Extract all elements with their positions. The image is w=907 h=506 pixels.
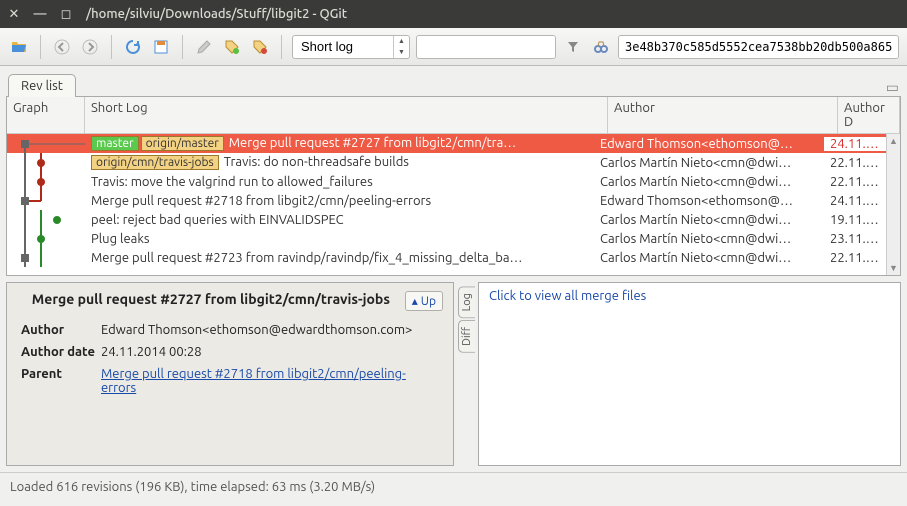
shortlog-cell: masterorigin/master Merge pull request #… (85, 136, 594, 151)
graph-cell (7, 210, 85, 229)
date-cell: 23.11.20 (824, 232, 886, 246)
pencil-icon[interactable] (193, 36, 215, 58)
graph-cell (7, 229, 85, 248)
graph-cell (7, 248, 85, 267)
up-triangle-icon: ▴ (412, 294, 418, 308)
col-shortlog[interactable]: Short Log (85, 97, 608, 133)
author-cell: Carlos Martín Nieto<cmn@dwi… (594, 156, 824, 170)
author-cell: Carlos Martín Nieto<cmn@dwi… (594, 175, 824, 189)
author-date-label: Author date (21, 345, 101, 359)
col-date[interactable]: Author D (838, 97, 900, 133)
author-date-value: 24.11.2014 00:28 (101, 345, 439, 359)
tag-remove-icon[interactable] (249, 36, 271, 58)
table-row[interactable]: Merge pull request #2718 from libgit2/cm… (7, 191, 886, 210)
table-row[interactable]: masterorigin/master Merge pull request #… (7, 134, 886, 153)
status-bar: Loaded 616 revisions (196 KB), time elap… (0, 472, 907, 500)
log-mode-input[interactable] (293, 36, 393, 58)
date-cell: 19.11.20 (824, 213, 886, 227)
date-cell: 24.11.20 (824, 194, 886, 208)
window-titlebar: ✕ — ◻ /home/silviu/Downloads/Stuff/libgi… (0, 0, 907, 28)
date-cell: 22.11.20 (824, 175, 886, 189)
table-row[interactable]: origin/cmn/travis-jobs Travis: do non-th… (7, 153, 886, 172)
scroll-down-icon[interactable]: ▼ (887, 261, 900, 275)
commit-hash-input[interactable] (619, 36, 898, 58)
revision-table: Graph Short Log Author Author D masteror… (6, 96, 901, 276)
author-cell: Edward Thomson<ethomson@… (594, 137, 824, 151)
shortlog-cell: Merge pull request #2718 from libgit2/cm… (85, 194, 594, 208)
window-close-icon[interactable]: ✕ (8, 8, 20, 20)
parent-label: Parent (21, 367, 101, 395)
open-repo-icon[interactable] (8, 36, 30, 58)
main-toolbar: ▲▼ (0, 28, 907, 66)
side-tab-log[interactable]: Log (458, 286, 475, 318)
binoculars-icon[interactable] (590, 36, 612, 58)
author-cell: Carlos Martín Nieto<cmn@dwi… (594, 232, 824, 246)
nav-back-icon[interactable] (51, 36, 73, 58)
date-cell: 22.11.20 (824, 251, 886, 265)
search-input[interactable] (417, 36, 555, 58)
view-tabbar: Rev list ▭ (0, 66, 907, 96)
table-row[interactable]: peel: reject bad queries with EINVALIDSP… (7, 210, 886, 229)
ref-local: master (91, 136, 139, 151)
parent-link[interactable]: Merge pull request #2718 from libgit2/cm… (101, 367, 406, 395)
table-row[interactable]: Plug leaksCarlos Martín Nieto<cmn@dwi…23… (7, 229, 886, 248)
ref-remote: origin/master (141, 136, 224, 151)
window-maximize-icon[interactable]: ◻ (60, 8, 72, 20)
table-row[interactable]: Merge pull request #2723 from ravindp/ra… (7, 248, 886, 267)
stepper-up-icon[interactable]: ▲ (394, 36, 409, 47)
merge-files-hint[interactable]: Click to view all merge files (489, 289, 646, 303)
window-minimize-icon[interactable]: — (34, 8, 46, 20)
save-icon[interactable] (150, 36, 172, 58)
author-value: Edward Thomson<ethomson@edwardthomson.co… (101, 323, 439, 337)
graph-cell (7, 153, 85, 172)
shortlog-cell: Merge pull request #2723 from ravindp/ra… (85, 251, 594, 265)
commit-detail-pane: Merge pull request #2727 from libgit2/cm… (6, 282, 454, 466)
detail-up-button[interactable]: ▴Up (405, 291, 443, 311)
merge-files-pane: Click to view all merge files (478, 282, 901, 466)
log-mode-combo[interactable]: ▲▼ (292, 35, 410, 59)
status-text: Loaded 616 revisions (196 KB), time elap… (10, 480, 375, 494)
table-scrollbar[interactable]: ▲ ▼ (886, 134, 900, 275)
search-box[interactable] (416, 35, 556, 59)
filter-icon[interactable] (562, 36, 584, 58)
col-graph[interactable]: Graph (7, 97, 85, 133)
graph-cell (7, 134, 85, 153)
author-cell: Edward Thomson<ethomson@… (594, 194, 824, 208)
shortlog-cell: Plug leaks (85, 232, 594, 246)
author-cell: Carlos Martín Nieto<cmn@dwi… (594, 251, 824, 265)
window-title: /home/silviu/Downloads/Stuff/libgit2 - Q… (86, 7, 347, 21)
reload-icon[interactable] (122, 36, 144, 58)
date-cell: 22.11.20 (824, 156, 886, 170)
shortlog-cell: origin/cmn/travis-jobs Travis: do non-th… (85, 155, 594, 170)
scroll-up-icon[interactable]: ▲ (887, 134, 900, 148)
graph-cell (7, 191, 85, 210)
nav-forward-icon[interactable] (79, 36, 101, 58)
side-tab-diff[interactable]: Diff (458, 320, 475, 353)
up-label: Up (421, 295, 436, 308)
tag-add-icon[interactable] (221, 36, 243, 58)
detail-title: Merge pull request #2727 from libgit2/cm… (17, 291, 405, 307)
commit-hash-box[interactable] (618, 35, 899, 59)
tab-revlist[interactable]: Rev list (8, 74, 76, 97)
table-row[interactable]: Travis: move the valgrind run to allowed… (7, 172, 886, 191)
date-cell: 24.11.20 (824, 137, 886, 151)
col-author[interactable]: Author (608, 97, 838, 133)
author-cell: Carlos Martín Nieto<cmn@dwi… (594, 213, 824, 227)
shortlog-cell: peel: reject bad queries with EINVALIDSP… (85, 213, 594, 227)
tab-overflow-icon[interactable]: ▭ (886, 79, 899, 96)
author-label: Author (21, 323, 101, 337)
detail-side-tabs: Log Diff (454, 282, 478, 466)
stepper-down-icon[interactable]: ▼ (394, 47, 409, 58)
lower-panes: Merge pull request #2727 from libgit2/cm… (6, 282, 901, 466)
shortlog-cell: Travis: move the valgrind run to allowed… (85, 175, 594, 189)
ref-remote: origin/cmn/travis-jobs (91, 155, 219, 170)
graph-cell (7, 172, 85, 191)
